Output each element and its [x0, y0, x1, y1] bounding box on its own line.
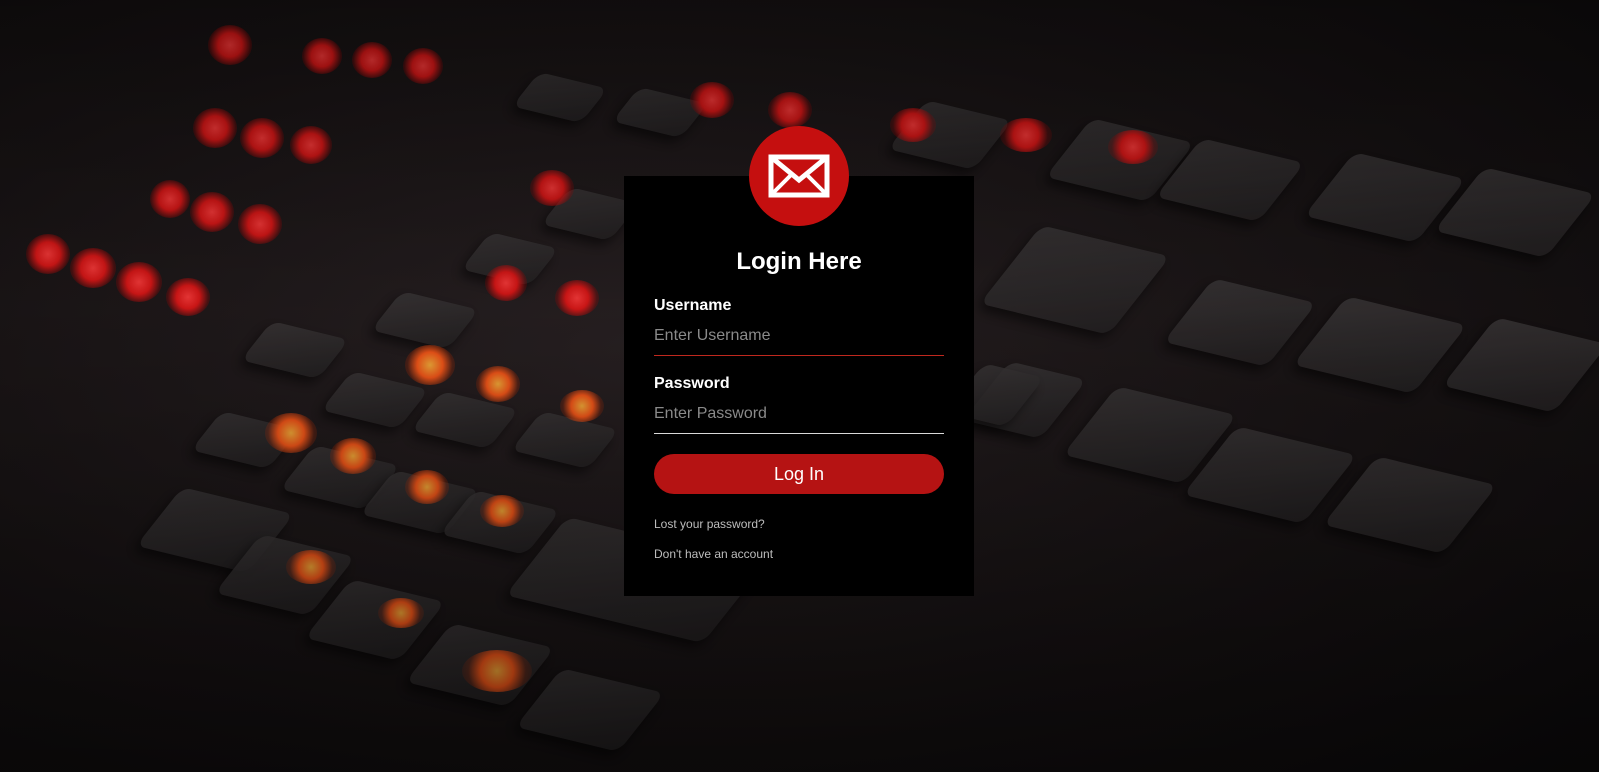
- username-label: Username: [654, 297, 732, 314]
- envelope-icon: [768, 154, 830, 198]
- password-label: Password: [654, 375, 730, 392]
- envelope-avatar: [749, 126, 849, 226]
- password-input[interactable]: [654, 400, 944, 434]
- login-card: Login Here Username Password Log In Lost…: [624, 176, 974, 596]
- lost-password-link[interactable]: Lost your password?: [654, 516, 944, 532]
- login-button[interactable]: Log In: [654, 454, 944, 494]
- username-input[interactable]: [654, 322, 944, 356]
- signup-link[interactable]: Don't have an account: [654, 546, 944, 562]
- login-title: Login Here: [736, 248, 862, 275]
